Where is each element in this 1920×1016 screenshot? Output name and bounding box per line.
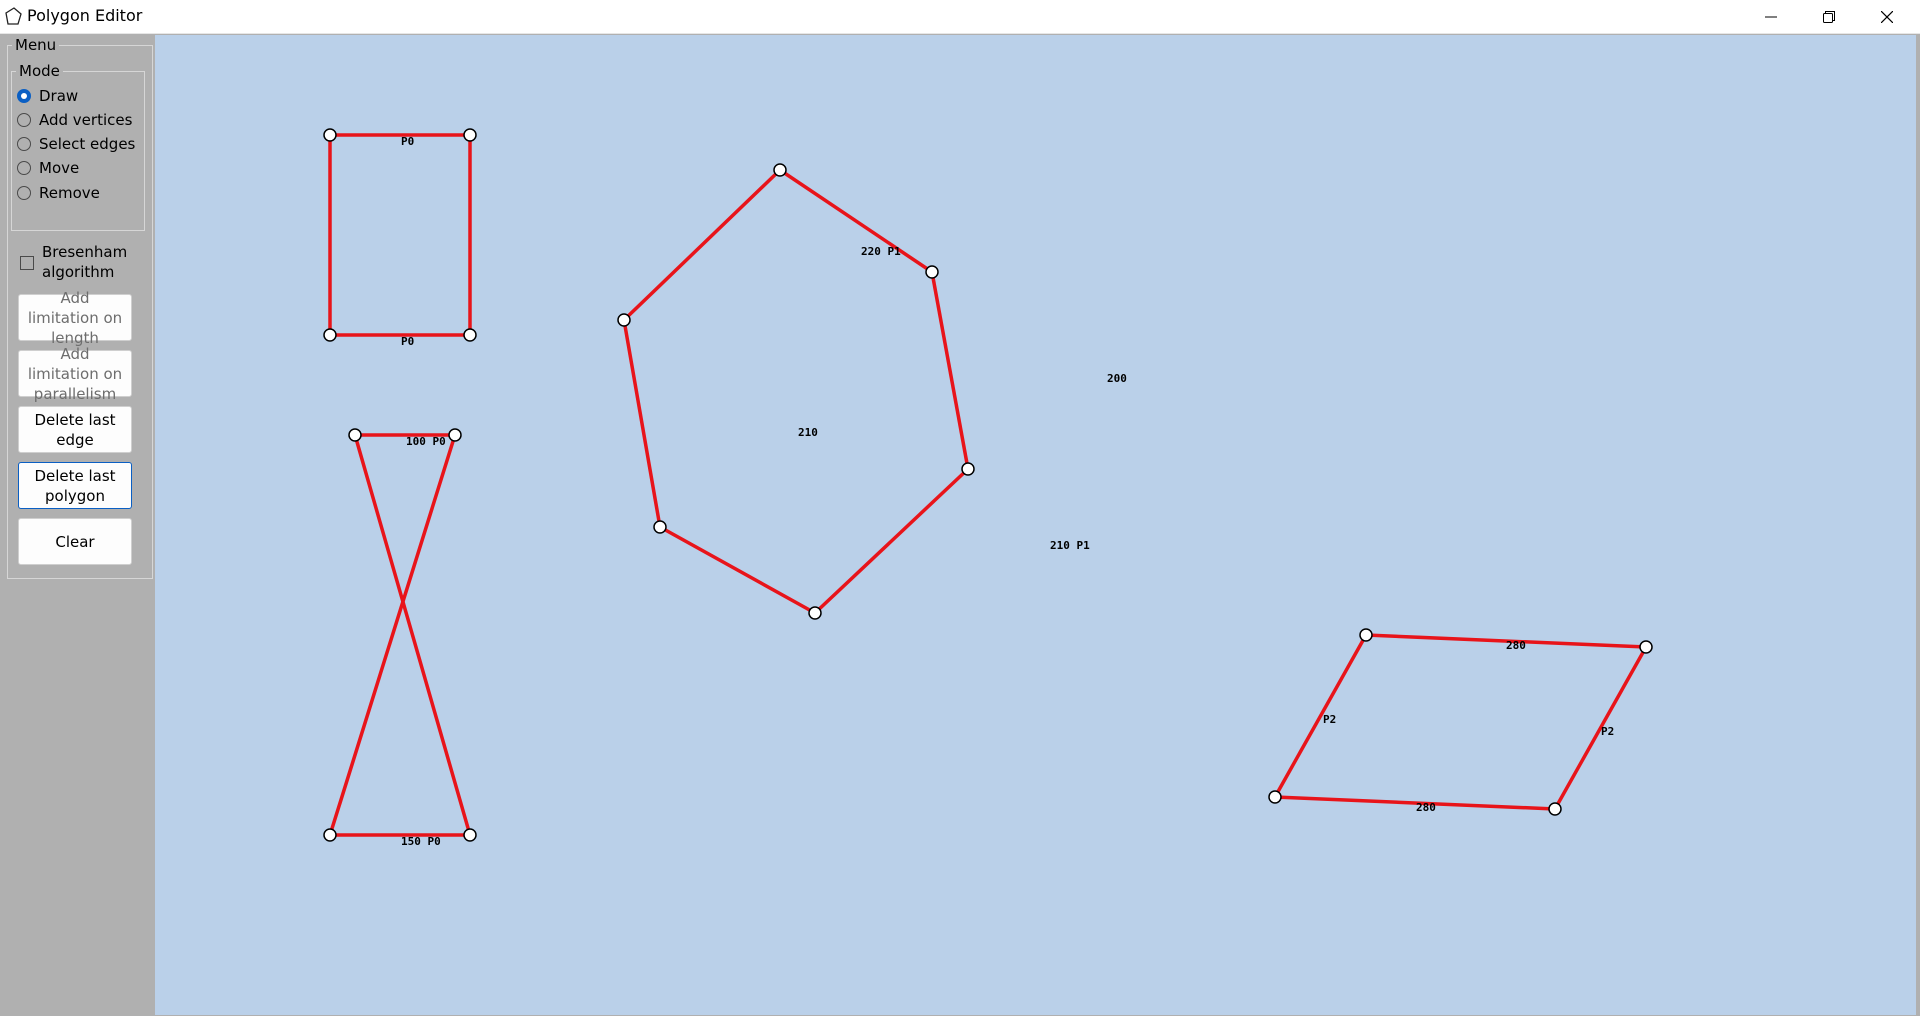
mode-radio-remove[interactable]: Remove <box>17 182 139 206</box>
radio-label: Remove <box>39 184 100 202</box>
restore-button[interactable] <box>1800 0 1858 33</box>
drawing-canvas[interactable]: P0 P0 100 P0 150 P0 220 P1 200 210 210 P… <box>155 35 1916 1015</box>
polygon-edge[interactable] <box>622 319 662 528</box>
menu-group: Menu Mode Draw Add vertices Select edges <box>7 36 153 579</box>
mode-title: Mode <box>16 62 63 80</box>
polygon-edge[interactable] <box>622 168 782 322</box>
radio-button[interactable] <box>17 186 31 200</box>
vertex-handle[interactable] <box>773 163 787 177</box>
window-client: Menu Mode Draw Add vertices Select edges <box>0 34 1920 1016</box>
mode-group: Mode Draw Add vertices Select edges Move <box>11 62 145 231</box>
window-title: Polygon Editor <box>27 6 143 25</box>
sidebar: Menu Mode Draw Add vertices Select edges <box>4 34 154 1016</box>
vertex-handle[interactable] <box>653 520 667 534</box>
vertex-handle[interactable] <box>463 128 477 142</box>
mode-radio-draw[interactable]: Draw <box>17 85 139 109</box>
vertex-handle[interactable] <box>1639 640 1653 654</box>
menu-title: Menu <box>12 36 60 54</box>
vertex-handle[interactable] <box>323 828 337 842</box>
radio-button[interactable] <box>17 161 31 175</box>
radio-label: Draw <box>39 87 79 105</box>
minimize-icon <box>1765 16 1777 17</box>
vertex-handle[interactable] <box>925 265 939 279</box>
polygon-edge[interactable] <box>930 271 970 470</box>
canvas-svg[interactable]: P0 P0 100 P0 150 P0 220 P1 200 210 210 P… <box>155 35 1916 1015</box>
add-parallelism-limitation-button[interactable]: Add limitation on parallelism <box>18 345 132 403</box>
vertex-handle[interactable] <box>1268 790 1282 804</box>
delete-last-polygon-button[interactable]: Delete last polygon <box>18 462 132 509</box>
edge-label: P0 <box>401 335 414 348</box>
vertex-handle[interactable] <box>1548 802 1562 816</box>
polygon-rectangle[interactable] <box>328 133 472 337</box>
edge-label: 220 P1 <box>861 245 901 258</box>
bresenham-label: Bresenham algorithm <box>42 243 128 281</box>
polygon-edge[interactable] <box>353 434 472 836</box>
vertex-handle[interactable] <box>323 328 337 342</box>
bresenham-checkbox[interactable] <box>20 256 34 270</box>
polygon-edge[interactable] <box>779 168 933 274</box>
polygon-edge[interactable] <box>1274 795 1556 811</box>
edge-label: 280 <box>1416 801 1436 814</box>
vertex-handle[interactable] <box>463 328 477 342</box>
vertex-handle[interactable] <box>808 606 822 620</box>
edge-label: 280 <box>1506 639 1526 652</box>
bresenham-checkbox-row[interactable]: Bresenham algorithm <box>20 243 145 285</box>
edge-label: P2 <box>1601 725 1614 738</box>
vertex-handle[interactable] <box>323 128 337 142</box>
mode-radio-move[interactable]: Move <box>17 157 139 181</box>
radio-button[interactable] <box>17 113 31 127</box>
edge-label: 200 <box>1107 372 1127 385</box>
polygon-edge[interactable] <box>813 467 970 615</box>
mode-radio-add-vertices[interactable]: Add vertices <box>17 109 139 133</box>
title-bar: Polygon Editor <box>0 0 1920 34</box>
edge-label: P0 <box>401 135 414 148</box>
polygon-edge[interactable] <box>659 525 816 615</box>
radio-button[interactable] <box>17 89 31 103</box>
polygon-hexagon[interactable] <box>622 168 970 615</box>
vertex-handle[interactable] <box>348 428 362 442</box>
polygon-icon <box>5 7 22 25</box>
edge-label: 210 P1 <box>1050 539 1090 552</box>
radio-label: Select edges <box>39 135 136 153</box>
close-icon <box>1881 10 1893 23</box>
radio-label: Move <box>39 159 80 177</box>
delete-last-edge-button[interactable]: Delete last edge <box>18 406 132 453</box>
radio-button[interactable] <box>17 137 31 151</box>
vertex-handle[interactable] <box>463 828 477 842</box>
edge-label: 210 <box>798 426 818 439</box>
add-length-limitation-button[interactable]: Add limitation on length <box>18 289 132 347</box>
polygon-edge[interactable] <box>328 434 457 836</box>
close-button[interactable] <box>1858 0 1916 33</box>
vertex-handle[interactable] <box>448 428 462 442</box>
vertex-handle[interactable] <box>961 462 975 476</box>
vertex-handle[interactable] <box>1359 628 1373 642</box>
polygon-edge[interactable] <box>1273 634 1368 798</box>
mode-radio-select-edges[interactable]: Select edges <box>17 133 139 157</box>
clear-button[interactable]: Clear <box>18 518 132 565</box>
edge-label: 150 P0 <box>401 835 441 848</box>
vertex-handle[interactable] <box>617 313 631 327</box>
edge-label: 100 P0 <box>406 435 446 448</box>
polygon-bowtie[interactable] <box>328 433 472 837</box>
minimize-button[interactable] <box>1742 0 1800 33</box>
edge-label: P2 <box>1323 713 1336 726</box>
restore-icon <box>1823 10 1835 23</box>
radio-label: Add vertices <box>39 111 133 129</box>
